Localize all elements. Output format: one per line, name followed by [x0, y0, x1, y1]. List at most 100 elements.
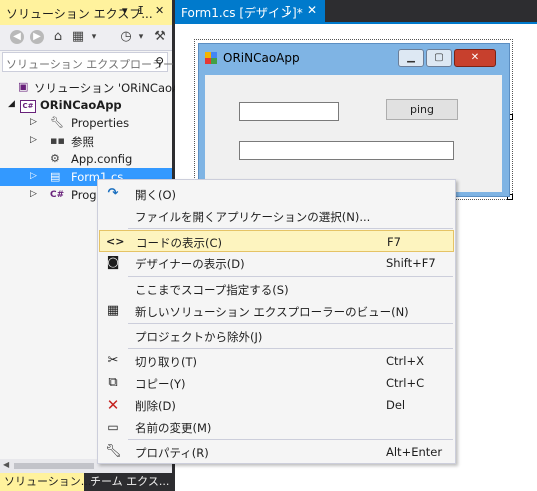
minimize-button[interactable]: ▁: [398, 49, 424, 67]
menu-item-exclude-from-project[interactable]: プロジェクトから除外(J): [99, 325, 454, 347]
expand-arrow-icon[interactable]: ▷: [30, 189, 37, 199]
menu-item-label: 名前の変更(M): [135, 421, 212, 435]
menu-item-label: プロパティ(R): [135, 446, 209, 460]
new-view-icon: ▦: [106, 303, 120, 318]
properties-wrench-icon: 🔧︎: [105, 444, 122, 459]
expand-arrow-icon[interactable]: ▷: [30, 135, 37, 145]
close-button[interactable]: ✕: [454, 49, 496, 67]
settings-icon[interactable]: ⚒: [152, 29, 168, 45]
menu-item-shortcut: F7: [387, 235, 401, 249]
references-icon: ▪▪: [50, 134, 65, 147]
solution-icon: ▣: [18, 80, 29, 93]
tab-solution-explorer[interactable]: ソリューション...: [0, 473, 91, 491]
menu-separator: [128, 348, 453, 349]
form-window[interactable]: ORiNCaoApp ▁ ▢ ✕ ping: [198, 43, 510, 197]
menu-item-shortcut: Alt+Enter: [386, 445, 443, 459]
tree-item-references[interactable]: ▷ ▪▪ 参照: [0, 132, 172, 150]
menu-item-label: 新しいソリューション エクスプローラーのビュー(N): [135, 305, 409, 319]
menu-separator: [128, 276, 453, 277]
menu-separator: [128, 323, 453, 324]
close-icon[interactable]: ✕: [307, 3, 317, 17]
close-icon[interactable]: ✕: [155, 4, 164, 17]
menu-item-delete[interactable]: ✕ 削除(D) Del: [99, 394, 454, 416]
expand-arrow-icon[interactable]: ▷: [30, 117, 37, 127]
menu-separator: [128, 228, 453, 229]
delete-icon: ✕: [106, 396, 120, 414]
menu-item-open-with[interactable]: ファイルを開くアプリケーションの選択(N)...: [99, 205, 454, 227]
solution-explorer-search[interactable]: ソリューション エクスプローラー ⚲: [2, 52, 174, 72]
menu-separator: [128, 439, 453, 440]
tree-item-label: ORiNCaoApp: [40, 98, 122, 112]
result-textbox[interactable]: [239, 141, 454, 160]
solution-explorer-toolbar: ◀ ▶ ⌂ ▦ ▾ ◷ ▾ ⚒: [0, 25, 172, 51]
menu-item-rename[interactable]: ▭ 名前の変更(M): [99, 416, 454, 438]
tree-item-app-config[interactable]: ⚙ App.config: [0, 150, 172, 168]
tree-item-label: ソリューション 'ORiNCaoApp: [34, 81, 195, 95]
app-icon: [205, 52, 217, 64]
tab-team-explorer[interactable]: チーム エクス...: [86, 473, 172, 491]
view-code-icon: <>: [106, 235, 125, 248]
menu-item-shortcut: Del: [386, 398, 406, 412]
menu-item-label: ファイルを開くアプリケーションの選択(N)...: [135, 210, 371, 224]
expand-arrow-icon[interactable]: ▷: [30, 171, 37, 181]
tree-item-label: App.config: [71, 152, 133, 166]
ping-button[interactable]: ping: [386, 99, 458, 120]
switch-view-icon[interactable]: ▦: [70, 29, 86, 45]
host-textbox[interactable]: [239, 102, 339, 121]
bottom-tab-strip: ソリューション... チーム エクス...: [0, 473, 172, 491]
menu-item-properties[interactable]: 🔧︎ プロパティ(R) Alt+Enter: [99, 441, 454, 463]
collapse-arrow-icon[interactable]: ◢: [8, 99, 15, 109]
copy-icon: ⧉: [108, 375, 118, 390]
cut-icon: ✂: [107, 353, 119, 368]
menu-item-open[interactable]: ↷ 開く(O): [99, 183, 454, 205]
menu-item-label: コードの表示(C): [136, 236, 223, 250]
menu-item-label: 削除(D): [135, 399, 176, 413]
menu-item-label: ここまでスコープ指定する(S): [135, 283, 289, 297]
menu-item-label: デザイナーの表示(D): [135, 257, 245, 271]
home-icon[interactable]: ⌂: [50, 29, 66, 45]
tree-item-solution[interactable]: ▣ ソリューション 'ORiNCaoApp: [0, 78, 195, 96]
dropdown-icon[interactable]: ▾: [122, 4, 128, 17]
csharp-project-icon: C#: [20, 98, 36, 113]
menu-item-view-code[interactable]: <> コードの表示(C) F7: [99, 230, 454, 252]
tree-item-properties[interactable]: ▷ 🔧︎ Properties: [0, 114, 172, 132]
menu-item-cut[interactable]: ✂ 切り取り(T) Ctrl+X: [99, 350, 454, 372]
scrollbar-thumb[interactable]: [14, 463, 94, 469]
menu-item-label: コピー(Y): [135, 377, 186, 391]
tree-item-label: Properties: [71, 116, 130, 130]
scroll-left-icon[interactable]: ◀: [3, 460, 9, 469]
form-title: ORiNCaoApp: [223, 51, 300, 65]
solution-explorer-title: ソリューション エクスプ...: [6, 7, 153, 21]
tab-form1-designer[interactable]: Form1.cs [デザイン]* ⵊ ✕: [175, 0, 325, 22]
menu-item-scope-to-this[interactable]: ここまでスコープ指定する(S): [99, 278, 454, 300]
chevron-down-icon[interactable]: ▾: [133, 29, 149, 45]
menu-item-shortcut: Shift+F7: [386, 256, 436, 270]
menu-item-label: プロジェクトから除外(J): [135, 330, 263, 344]
menu-item-label: 開く(O): [135, 188, 177, 202]
menu-item-shortcut: Ctrl+C: [386, 376, 425, 390]
search-placeholder: ソリューション エクスプローラー: [6, 58, 174, 71]
tree-item-project[interactable]: ◢ C# ORiNCaoApp: [0, 96, 172, 114]
context-menu: ↷ 開く(O) ファイルを開くアプリケーションの選択(N)... <> コードの…: [97, 179, 456, 464]
view-designer-icon: ◙: [106, 255, 120, 270]
open-icon: ↷: [107, 186, 119, 201]
rename-icon: ▭: [107, 420, 119, 434]
pin-icon[interactable]: ⵊ: [138, 4, 144, 17]
menu-item-copy[interactable]: ⧉ コピー(Y) Ctrl+C: [99, 372, 454, 394]
tree-item-label: 参照: [71, 135, 94, 149]
menu-item-label: 切り取り(T): [135, 355, 197, 369]
search-icon[interactable]: ⚲: [155, 55, 164, 69]
menu-item-new-explorer-view[interactable]: ▦ 新しいソリューション エクスプローラーのビュー(N): [99, 300, 454, 322]
forward-icon[interactable]: ▶: [30, 30, 44, 44]
history-icon[interactable]: ◷: [118, 29, 134, 45]
maximize-button[interactable]: ▢: [426, 49, 452, 67]
menu-item-view-designer[interactable]: ◙ デザイナーの表示(D) Shift+F7: [99, 252, 454, 274]
solution-explorer-title-bar: ソリューション エクスプ... ▾ ⵊ ✕: [0, 0, 172, 25]
menu-item-shortcut: Ctrl+X: [386, 354, 424, 368]
back-icon[interactable]: ◀: [10, 30, 24, 44]
tree-item-label: Prog: [71, 188, 97, 202]
pin-icon[interactable]: ⵊ: [285, 4, 291, 17]
csharp-file-icon: C#: [50, 190, 65, 200]
chevron-down-icon[interactable]: ▾: [86, 29, 102, 45]
wrench-icon: 🔧︎: [50, 116, 64, 129]
